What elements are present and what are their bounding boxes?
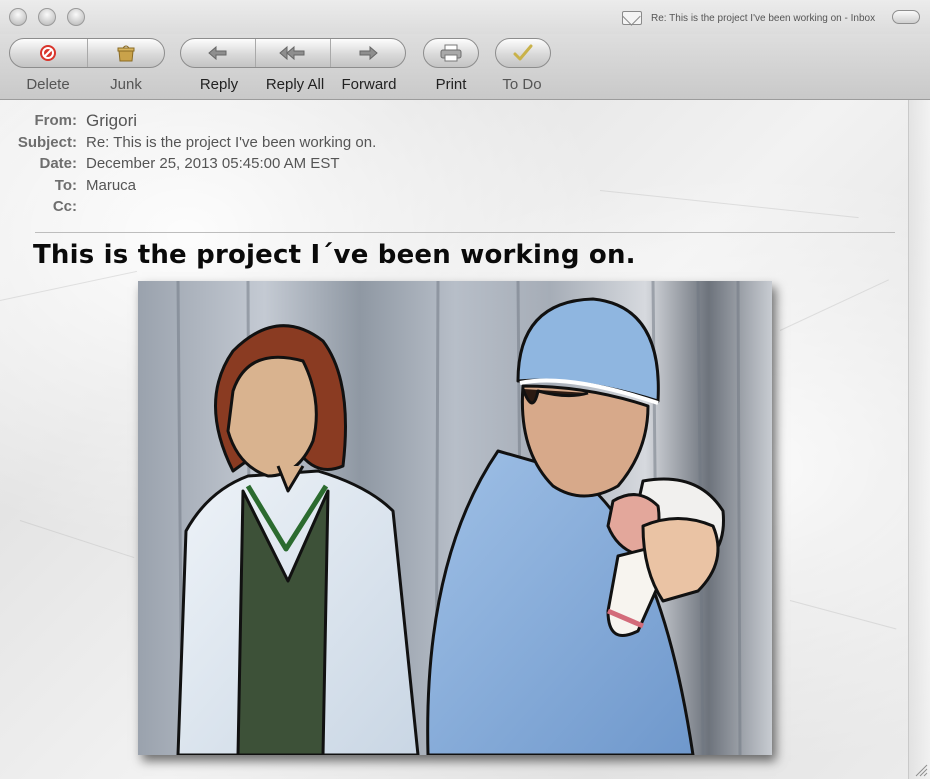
window-titlebar: Re: This is the project I've been workin…	[0, 0, 930, 34]
reply-icon	[208, 45, 227, 61]
reply-all-icon	[279, 45, 305, 61]
todo-segment	[495, 38, 551, 68]
print-segment	[423, 38, 479, 68]
mail-envelope-icon	[622, 11, 642, 25]
zoom-window-button[interactable]	[67, 8, 85, 26]
todo-label: To Do	[502, 76, 542, 93]
todo-check-icon	[513, 44, 533, 61]
from-label: From:	[34, 112, 78, 129]
junk-label: Junk	[110, 76, 142, 93]
delete-junk-segment	[9, 38, 165, 68]
from-value[interactable]: Grigori	[86, 111, 137, 131]
paper-texture	[789, 600, 897, 630]
vertical-scrollbar[interactable]	[908, 100, 930, 779]
message-toolbar: Delete Junk Reply Reply All Forward Prin…	[0, 34, 930, 100]
paper-texture	[19, 520, 135, 559]
date-label: Date:	[39, 155, 77, 172]
print-icon	[440, 44, 462, 62]
reply-all-button[interactable]	[256, 39, 331, 67]
minimize-window-button[interactable]	[38, 8, 56, 26]
delete-button[interactable]	[10, 39, 88, 67]
print-button[interactable]	[424, 39, 478, 67]
junk-button[interactable]	[88, 39, 165, 67]
close-window-button[interactable]	[9, 8, 27, 26]
paper-texture	[0, 270, 138, 301]
message-heading: This is the project I´ve been working on…	[33, 240, 636, 270]
date-value: December 25, 2013 05:45:00 AM EST	[86, 155, 340, 172]
forward-button[interactable]	[331, 39, 405, 67]
attached-illustration	[138, 281, 772, 755]
delete-icon	[40, 45, 57, 61]
to-label: To:	[54, 177, 77, 194]
subject-label: Subject:	[17, 134, 77, 151]
header-divider	[35, 232, 895, 233]
subject-value: Re: This is the project I've been workin…	[86, 134, 377, 151]
paper-texture	[779, 279, 889, 331]
paper-texture	[599, 190, 859, 219]
todo-button[interactable]	[496, 39, 550, 67]
reply-button[interactable]	[181, 39, 256, 67]
reply-forward-segment	[180, 38, 406, 68]
resize-grip-icon[interactable]	[914, 763, 928, 777]
cc-label: Cc:	[52, 198, 77, 215]
delete-label: Delete	[26, 76, 70, 93]
reply-label: Reply	[199, 76, 239, 93]
forward-label: Forward	[341, 76, 397, 93]
to-value[interactable]: Maruca	[86, 177, 136, 194]
junk-icon	[117, 45, 135, 62]
window-title: Re: This is the project I've been workin…	[651, 13, 876, 24]
reply-all-label: Reply All	[265, 76, 325, 93]
forward-icon	[359, 45, 378, 61]
print-label: Print	[435, 76, 467, 93]
toolbar-toggle-button[interactable]	[892, 10, 920, 24]
